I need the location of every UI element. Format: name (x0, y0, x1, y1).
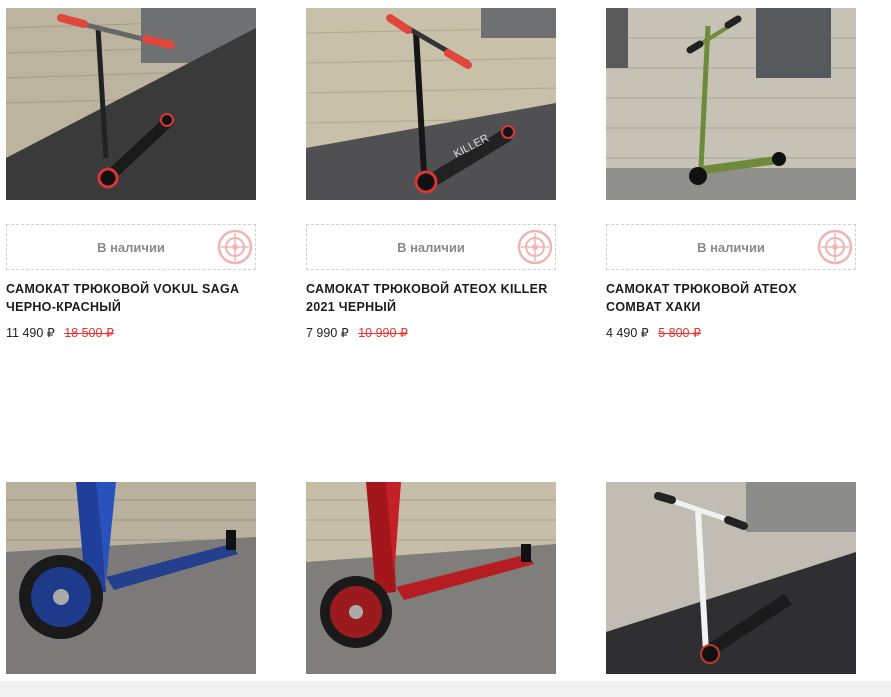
current-price: 11 490 ₽ (6, 326, 55, 340)
wheel-badge-icon (517, 229, 553, 265)
product-card[interactable]: KILLER В наличии САМОКАТ ТРЮКОВОЙ ATEOX … (306, 8, 556, 340)
old-price: 10 990 ₽ (358, 326, 408, 340)
product-card[interactable]: В наличии САМОКАТ ТРЮКОВОЙ ATEOX COMBAT … (606, 8, 856, 340)
product-prices: 11 490 ₽ 18 500 ₽ (6, 325, 114, 340)
product-image[interactable] (6, 482, 256, 674)
current-price: 7 990 ₽ (306, 326, 349, 340)
wheel-badge-icon (217, 229, 253, 265)
product-image[interactable]: KILLER (306, 8, 556, 200)
current-price: 4 490 ₽ (606, 326, 649, 340)
stock-label: В наличии (97, 239, 165, 255)
product-image[interactable] (606, 8, 856, 200)
product-title[interactable]: САМОКАТ ТРЮКОВОЙ ATEOX COMBAT ХАКИ (606, 280, 856, 316)
stock-status: В наличии (606, 224, 856, 270)
stock-status: В наличии (306, 224, 556, 270)
wheel-badge-icon (817, 229, 853, 265)
product-card[interactable] (606, 482, 856, 674)
stock-label: В наличии (397, 239, 465, 255)
product-card[interactable]: В наличии САМОКАТ ТРЮКОВОЙ VOKUL SAGA ЧЕ… (6, 8, 256, 340)
stock-label: В наличии (697, 239, 765, 255)
product-card[interactable] (306, 482, 556, 674)
product-card[interactable] (6, 482, 256, 674)
product-prices: 4 490 ₽ 5 800 ₽ (606, 325, 701, 340)
product-image[interactable] (306, 482, 556, 674)
page-footer-strip (0, 681, 891, 697)
product-image[interactable] (6, 8, 256, 200)
product-prices: 7 990 ₽ 10 990 ₽ (306, 325, 408, 340)
old-price: 5 800 ₽ (658, 326, 701, 340)
product-title[interactable]: САМОКАТ ТРЮКОВОЙ ATEOX KILLER 2021 ЧЕРНЫ… (306, 280, 556, 316)
old-price: 18 500 ₽ (64, 326, 114, 340)
stock-status: В наличии (6, 224, 256, 270)
product-title[interactable]: САМОКАТ ТРЮКОВОЙ VOKUL SAGA ЧЕРНО-КРАСНЫ… (6, 280, 256, 316)
product-image[interactable] (606, 482, 856, 674)
